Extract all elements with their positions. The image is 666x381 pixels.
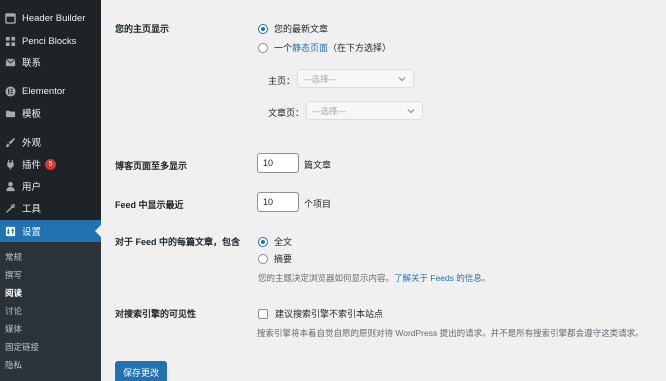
menu-item-tools[interactable]: 工具 <box>0 197 101 219</box>
homepage-label: 主页： <box>268 76 296 86</box>
folder-icon <box>5 108 16 119</box>
menu-item-templates[interactable]: 模板 <box>0 102 101 124</box>
update-count-badge: 5 <box>45 158 57 170</box>
feed-items-input[interactable]: 10 <box>257 192 299 212</box>
radio-button[interactable] <box>258 253 268 264</box>
select-value: —选择— <box>303 73 338 84</box>
desc-text: 您的主题决定浏览器如何显示内容。 <box>258 273 395 283</box>
reading-settings-form: 您的主页显示 您的最新文章 一个 静态页面 （在下方选择） 主页： —选择— 文章页… <box>101 0 666 381</box>
menu-item-elementor[interactable]: Elementor <box>0 80 101 102</box>
submenu-writing[interactable]: 撰写 <box>5 269 22 281</box>
input-value: 10 <box>263 197 274 207</box>
menu-label: 联系 <box>22 58 42 69</box>
save-changes-button[interactable]: 保存更改 <box>115 361 168 381</box>
input-value: 10 <box>263 158 274 168</box>
plugin-icon <box>5 159 16 170</box>
search-visibility-description: 搜索引擎将本着自觉自愿的原则对待 WordPress 提出的请求。并不是所有搜索… <box>257 328 644 338</box>
discourage-search-checkbox[interactable] <box>258 308 268 319</box>
radio-label: 摘要 <box>274 254 293 264</box>
posts-per-page-label: 博客页面至多显示 <box>115 161 188 171</box>
menu-label: 外观 <box>22 138 42 149</box>
feed-items-label: Feed 中显示最近 <box>115 200 184 210</box>
posts-per-page-unit: 篇文章 <box>304 160 332 170</box>
submenu-reading[interactable]: 阅读 <box>5 287 22 299</box>
settings-submenu: 常规 撰写 阅读 讨论 媒体 固定链接 隐私 <box>0 242 101 381</box>
feeds-help-link[interactable]: 了解关于 Feeds 的信息 <box>394 273 482 283</box>
menu-label: 设置 <box>22 227 42 238</box>
menu-item-contact[interactable]: 联系 <box>0 51 101 73</box>
mail-icon <box>5 57 16 68</box>
radio-static-page[interactable]: 一个 静态页面 （在下方选择） <box>258 41 391 54</box>
menu-label: 用户 <box>22 182 42 193</box>
static-page-link[interactable]: 静态页面 <box>292 41 328 54</box>
menu-label: Penci Blocks <box>22 35 77 47</box>
user-icon <box>5 181 16 192</box>
radio-latest-posts[interactable]: 您的最新文章 <box>258 22 328 35</box>
elementor-icon <box>5 85 16 97</box>
radio-button[interactable] <box>258 42 268 53</box>
menu-item-users[interactable]: 用户 <box>0 175 101 197</box>
search-visibility-label: 对搜索引擎的可见性 <box>115 309 197 319</box>
select-value: —选择— <box>312 105 347 116</box>
submenu-permalinks[interactable]: 固定链接 <box>5 341 39 353</box>
feed-items-unit: 个项目 <box>304 199 332 209</box>
radio-button[interactable] <box>258 236 268 247</box>
posts-page-label: 文章页： <box>268 108 305 118</box>
menu-label: Header Builder <box>22 12 86 24</box>
chevron-down-icon <box>406 106 416 116</box>
chevron-down-icon <box>397 74 407 84</box>
menu-item-plugins[interactable]: 插件 5 <box>0 153 101 175</box>
menu-item-settings[interactable]: 设置 <box>0 220 101 242</box>
radio-summary[interactable]: 摘要 <box>258 252 292 265</box>
radio-button[interactable] <box>258 23 268 34</box>
posts-per-page-input[interactable]: 10 <box>257 153 299 173</box>
feed-content-description: 您的主题决定浏览器如何显示内容。了解关于 Feeds 的信息。 <box>258 272 490 284</box>
menu-item-appearance[interactable]: 外观 <box>0 131 101 153</box>
header-builder-icon <box>5 12 16 24</box>
feed-content-label: 对于 Feed 中的每篇文章，包含 <box>115 237 241 247</box>
radio-label: 您的最新文章 <box>274 24 329 34</box>
menu-label: 工具 <box>22 204 42 215</box>
submenu-media[interactable]: 媒体 <box>5 323 22 335</box>
menu-label: 插件 <box>22 160 42 171</box>
menu-label: Elementor <box>22 85 66 97</box>
checkbox-label: 建议搜索引擎不索引本站点 <box>275 309 384 319</box>
settings-icon <box>5 226 16 237</box>
radio-label-prefix: 一个 <box>274 43 293 53</box>
menu-label: 模板 <box>22 109 42 120</box>
menu-item-header-builder[interactable]: Header Builder <box>0 7 101 29</box>
radio-label-suffix: （在下方选择） <box>328 43 392 53</box>
paintbrush-icon <box>5 137 16 148</box>
front-page-label: 您的主页显示 <box>115 24 170 34</box>
submenu-general[interactable]: 常规 <box>5 251 22 263</box>
posts-page-select[interactable]: —选择— <box>306 101 423 120</box>
homepage-select[interactable]: —选择— <box>297 69 414 88</box>
wrench-icon <box>5 203 16 214</box>
menu-item-penci-blocks[interactable]: Penci Blocks <box>0 30 101 52</box>
submenu-discussion[interactable]: 讨论 <box>5 305 22 317</box>
submenu-privacy[interactable]: 隐私 <box>5 359 22 371</box>
admin-sidebar: Header Builder Penci Blocks 联系 Elementor… <box>0 0 101 381</box>
radio-full-text[interactable]: 全文 <box>258 235 292 248</box>
blocks-icon <box>5 36 16 47</box>
discourage-search-checkbox-row[interactable]: 建议搜索引擎不索引本站点 <box>258 307 383 320</box>
desc-suffix: 。 <box>481 273 491 283</box>
radio-label: 全文 <box>274 237 293 247</box>
